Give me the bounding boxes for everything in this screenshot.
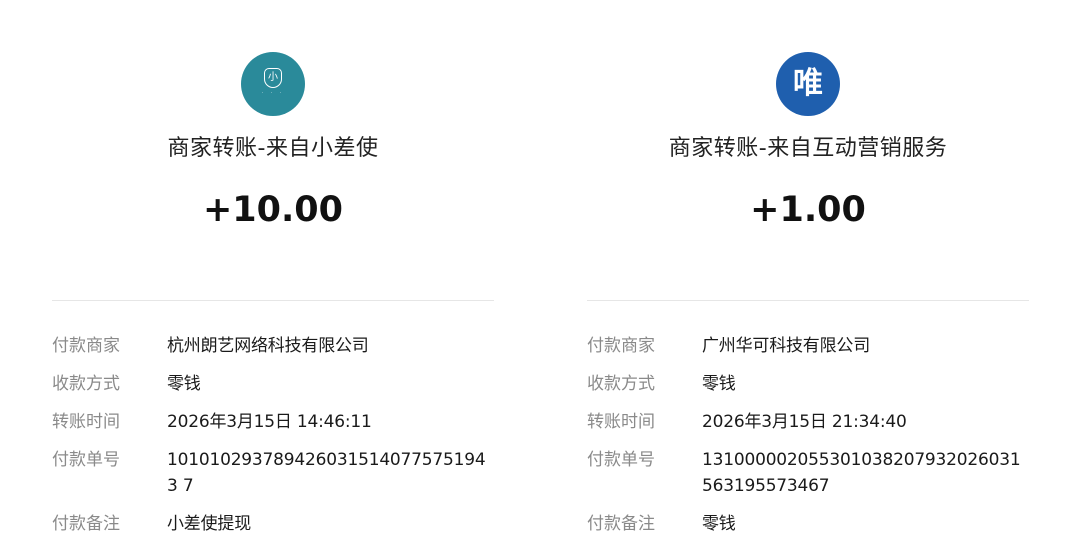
divider xyxy=(52,300,494,301)
detail-row-time: 转账时间 2026年3月15日 21:34:40 xyxy=(587,409,1029,435)
transfer-time-value: 2026年3月15日 21:34:40 xyxy=(702,412,907,432)
transfer-title: 商家转账-来自小差使 xyxy=(167,136,379,161)
detail-label: 付款单号 xyxy=(587,450,655,470)
detail-label: 收款方式 xyxy=(587,374,655,394)
logo-decoration: · · · xyxy=(261,90,285,96)
detail-row-payer: 付款商家 广州华可科技有限公司 xyxy=(587,333,1029,359)
detail-label: 付款备注 xyxy=(52,514,120,534)
detail-row-remark: 付款备注 零钱 xyxy=(587,511,1029,537)
transfer-title: 商家转账-来自互动营销服务 xyxy=(668,136,948,161)
remark-value: 零钱 xyxy=(702,514,736,534)
detail-row-method: 收款方式 零钱 xyxy=(52,371,494,397)
detail-row-payer: 付款商家 杭州朗艺网络科技有限公司 xyxy=(52,333,494,359)
detail-label: 付款单号 xyxy=(52,450,120,470)
transfer-details: 付款商家 杭州朗艺网络科技有限公司 收款方式 零钱 转账时间 2026年3月15… xyxy=(52,333,494,544)
divider xyxy=(587,300,1029,301)
detail-label: 付款商家 xyxy=(587,336,655,356)
payer-merchant-value: 广州华可科技有限公司 xyxy=(702,336,870,356)
detail-row-remark: 付款备注 小差使提现 xyxy=(52,511,494,537)
payer-merchant-value: 杭州朗艺网络科技有限公司 xyxy=(167,336,369,356)
merchant-avatar: 唯 xyxy=(776,52,840,116)
detail-label: 转账时间 xyxy=(52,412,120,432)
detail-label: 付款商家 xyxy=(52,336,120,356)
detail-label: 付款备注 xyxy=(587,514,655,534)
merchant-avatar: 小 · · · xyxy=(241,52,305,116)
page: 小 · · · 商家转账-来自小差使 +10.00 付款商家 杭州朗艺网络科技有… xyxy=(0,0,1080,544)
transfer-time-value: 2026年3月15日 14:46:11 xyxy=(167,412,372,432)
order-number-value: 1310000020553010382079320260315631955734… xyxy=(702,450,1021,496)
receive-method-value: 零钱 xyxy=(167,374,201,394)
detail-row-method: 收款方式 零钱 xyxy=(587,371,1029,397)
detail-row-order: 付款单号 1010102937894260315140775751943 7 xyxy=(52,447,494,499)
transfer-amount: +10.00 xyxy=(202,190,344,230)
vip-logo-icon: 唯 xyxy=(793,66,823,101)
remark-value: 小差使提现 xyxy=(167,514,251,534)
order-number-value: 1010102937894260315140775751943 7 xyxy=(167,450,486,496)
transfer-card-right: 唯 商家转账-来自互动营销服务 +1.00 付款商家 广州华可科技有限公司 收款… xyxy=(587,0,1029,544)
detail-row-time: 转账时间 2026年3月15日 14:46:11 xyxy=(52,409,494,435)
transfer-card-left: 小 · · · 商家转账-来自小差使 +10.00 付款商家 杭州朗艺网络科技有… xyxy=(52,0,494,544)
detail-label: 收款方式 xyxy=(52,374,120,394)
receive-method-value: 零钱 xyxy=(702,374,736,394)
detail-label: 转账时间 xyxy=(587,412,655,432)
transfer-details: 付款商家 广州华可科技有限公司 收款方式 零钱 转账时间 2026年3月15日 … xyxy=(587,333,1029,544)
detail-row-order: 付款单号 13100000205530103820793202603156319… xyxy=(587,447,1029,499)
transfer-amount: +1.00 xyxy=(750,190,866,230)
xiaochaishi-logo-icon: 小 xyxy=(264,68,282,88)
